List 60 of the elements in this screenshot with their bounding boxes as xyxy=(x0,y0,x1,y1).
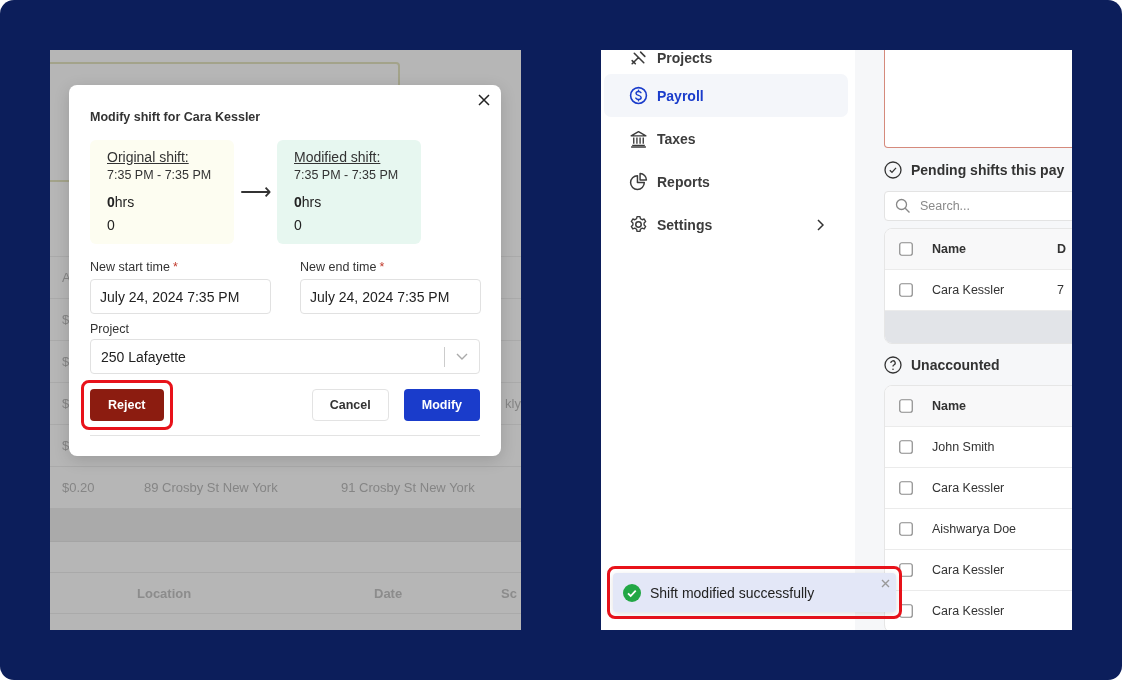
table-cell-text: Cara Kessler xyxy=(932,283,1006,297)
column-header: Name xyxy=(932,399,968,413)
checkbox[interactable] xyxy=(899,242,913,256)
chevron-icon[interactable] xyxy=(816,218,824,231)
section-title: Unaccounted xyxy=(911,357,1000,373)
table-cell: $ xyxy=(62,312,70,327)
card-heading: Original shift: xyxy=(107,150,189,166)
checkbox[interactable] xyxy=(899,440,913,454)
field-label: Project xyxy=(90,322,129,336)
column-header: D xyxy=(1057,242,1067,256)
tools-icon xyxy=(629,50,648,68)
search-field[interactable]: Search... xyxy=(884,191,1072,221)
table-cell-text: Cara Kessler xyxy=(932,481,1006,495)
cancel-button[interactable]: Cancel xyxy=(311,389,389,421)
shift-amount: 0 xyxy=(294,217,302,233)
datetime-field[interactable]: July 24, 2024 7:35 PM xyxy=(300,279,481,314)
sidebar-item[interactable]: Settings xyxy=(604,203,848,246)
shift-hours: 0hrs xyxy=(294,195,322,211)
close-icon[interactable] xyxy=(477,93,491,107)
required-mark: * xyxy=(172,260,178,274)
shift-time: 7:35 PM - 7:35 PM xyxy=(294,169,399,184)
sidebar-item[interactable]: Reports xyxy=(604,160,848,203)
field-label: New end time xyxy=(300,260,377,274)
success-icon xyxy=(623,583,641,602)
shift-amount: 0 xyxy=(107,217,115,233)
datetime-field[interactable]: July 24, 2024 7:35 PM xyxy=(90,279,271,314)
checkbox[interactable] xyxy=(899,399,913,413)
table-cell: 7 xyxy=(1057,283,1064,297)
reject-button[interactable]: Reject xyxy=(90,389,164,421)
toast-message: Shift modified successfully xyxy=(650,584,815,601)
check-circle-icon xyxy=(884,161,902,179)
checkbox[interactable] xyxy=(899,481,913,495)
table-cell: $ xyxy=(62,438,70,453)
required-mark: * xyxy=(379,260,385,274)
checkbox[interactable] xyxy=(899,283,913,297)
table-cell-text: John Smith xyxy=(932,440,996,454)
bank-icon xyxy=(629,129,648,148)
section-title: Pending shifts this pay xyxy=(911,162,1065,178)
table-cell-text: Aishwarya Doe xyxy=(932,522,1018,536)
sidebar-item[interactable]: Projects xyxy=(604,50,848,74)
help-icon xyxy=(884,356,902,374)
field-label: New start time xyxy=(90,260,170,274)
table-cell-text: Cara Kessler xyxy=(932,604,1006,618)
dialog-title: Modify shift for Cara Kessler xyxy=(90,110,262,124)
card-heading: Modified shift: xyxy=(294,150,381,166)
column-header: Name xyxy=(932,242,968,256)
settings-icon xyxy=(629,215,648,234)
sidebar-item[interactable]: Payroll xyxy=(604,74,848,117)
table-cell: $ xyxy=(62,396,70,411)
sidebar-item[interactable]: Taxes xyxy=(604,117,848,160)
shift-time: 7:35 PM - 7:35 PM xyxy=(107,169,212,184)
shift-hours: 0hrs xyxy=(107,195,135,211)
arrow-icon: ⟶ xyxy=(234,179,277,205)
pie-chart-icon xyxy=(629,172,648,191)
project-dropdown[interactable]: 250 Lafayette xyxy=(90,339,480,374)
table-cell: $ xyxy=(62,354,70,369)
dollar-icon xyxy=(629,86,648,105)
modify-button[interactable]: Modify xyxy=(403,389,480,421)
checkbox[interactable] xyxy=(899,522,913,536)
table-cell-text: Cara Kessler xyxy=(932,563,1006,577)
